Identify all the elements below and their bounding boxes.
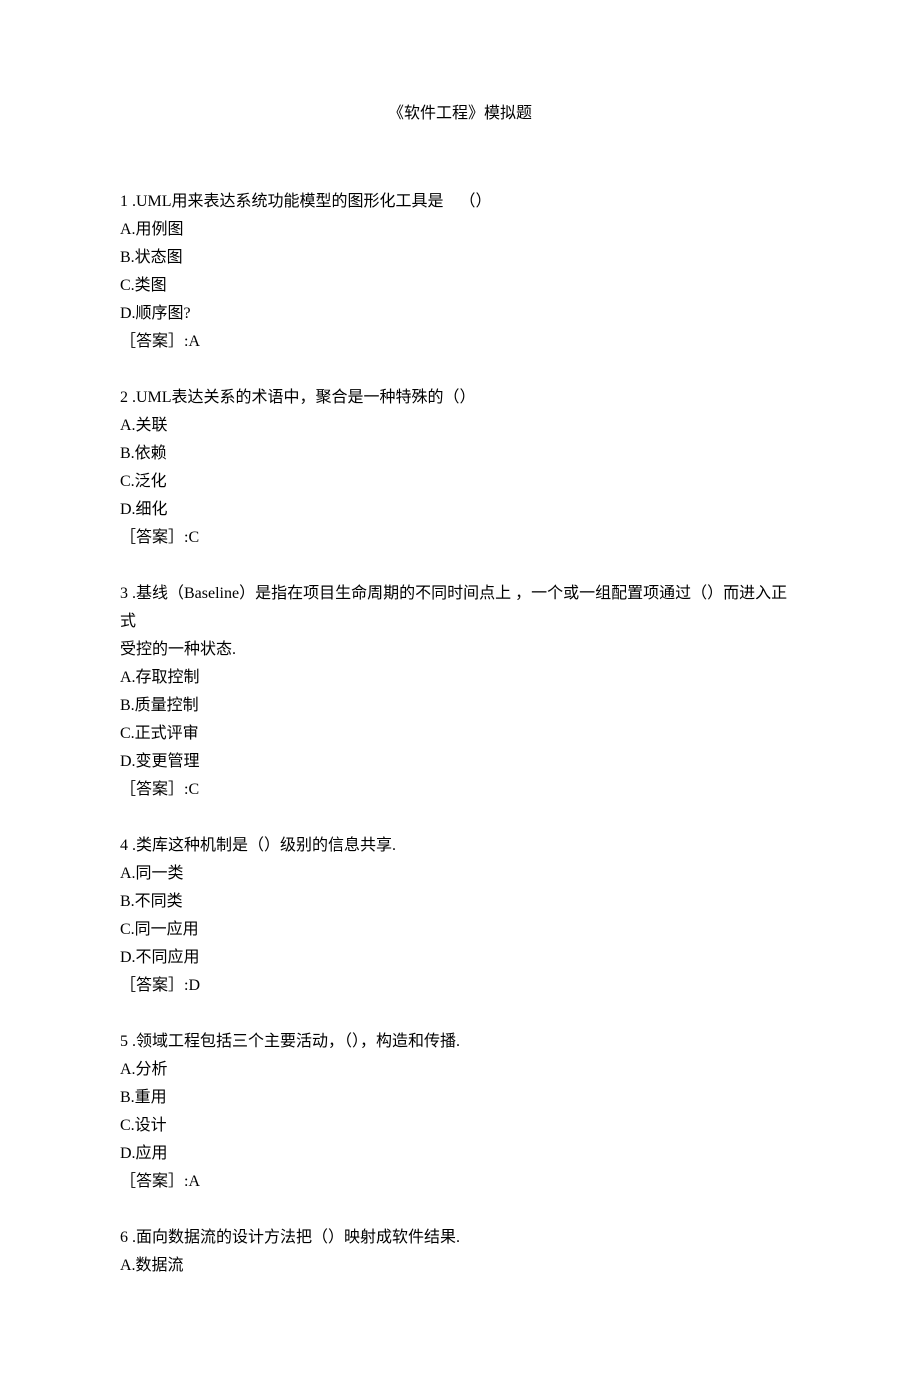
option-a: A.用例图 xyxy=(120,216,800,244)
option-d: D.细化 xyxy=(120,496,800,524)
option-d: D.不同应用 xyxy=(120,944,800,972)
page-title: 《软件工程》模拟题 xyxy=(120,100,800,128)
option-c: C.正式评审 xyxy=(120,720,800,748)
answer-line: ［答案］:A xyxy=(120,328,800,356)
answer-line: ［答案］:A xyxy=(120,1168,800,1196)
option-c: C.设计 xyxy=(120,1112,800,1140)
answer-line: ［答案］:C xyxy=(120,524,800,552)
question-stem: 6 .面向数据流的设计方法把（）映射成软件结果. xyxy=(120,1224,800,1252)
question-stem-cont: 受控的一种状态. xyxy=(120,636,800,664)
page: 《软件工程》模拟题 1 .UML用来表达系统功能模型的图形化工具是 （） A.用… xyxy=(0,0,920,1388)
option-d: D.应用 xyxy=(120,1140,800,1168)
option-b: B.状态图 xyxy=(120,244,800,272)
question-stem: 3 .基线（Baseline）是指在项目生命周期的不同时间点上 ，一个或一组配置… xyxy=(120,580,800,636)
option-a: A.同一类 xyxy=(120,860,800,888)
option-a: A.存取控制 xyxy=(120,664,800,692)
question-block: 5 .领域工程包括三个主要活动，（），构造和传播. A.分析 B.重用 C.设计… xyxy=(120,1028,800,1196)
option-a: A.数据流 xyxy=(120,1252,800,1280)
question-stem: 1 .UML用来表达系统功能模型的图形化工具是 （） xyxy=(120,188,800,216)
option-a: A.分析 xyxy=(120,1056,800,1084)
answer-line: ［答案］:C xyxy=(120,776,800,804)
option-c: C.同一应用 xyxy=(120,916,800,944)
question-block: 6 .面向数据流的设计方法把（）映射成软件结果. A.数据流 xyxy=(120,1224,800,1280)
question-stem: 2 .UML表达关系的术语中，聚合是一种特殊的（） xyxy=(120,384,800,412)
question-stem: 4 .类库这种机制是（）级别的信息共享. xyxy=(120,832,800,860)
question-stem: 5 .领域工程包括三个主要活动，（），构造和传播. xyxy=(120,1028,800,1056)
question-block: 2 .UML表达关系的术语中，聚合是一种特殊的（） A.关联 B.依赖 C.泛化… xyxy=(120,384,800,552)
option-b: B.依赖 xyxy=(120,440,800,468)
option-c: C.泛化 xyxy=(120,468,800,496)
question-block: 4 .类库这种机制是（）级别的信息共享. A.同一类 B.不同类 C.同一应用 … xyxy=(120,832,800,1000)
option-b: B.质量控制 xyxy=(120,692,800,720)
question-block: 1 .UML用来表达系统功能模型的图形化工具是 （） A.用例图 B.状态图 C… xyxy=(120,188,800,356)
option-d: D.顺序图? xyxy=(120,300,800,328)
answer-line: ［答案］:D xyxy=(120,972,800,1000)
option-a: A.关联 xyxy=(120,412,800,440)
option-d: D.变更管理 xyxy=(120,748,800,776)
option-b: B.重用 xyxy=(120,1084,800,1112)
option-c: C.类图 xyxy=(120,272,800,300)
question-block: 3 .基线（Baseline）是指在项目生命周期的不同时间点上 ，一个或一组配置… xyxy=(120,580,800,804)
option-b: B.不同类 xyxy=(120,888,800,916)
